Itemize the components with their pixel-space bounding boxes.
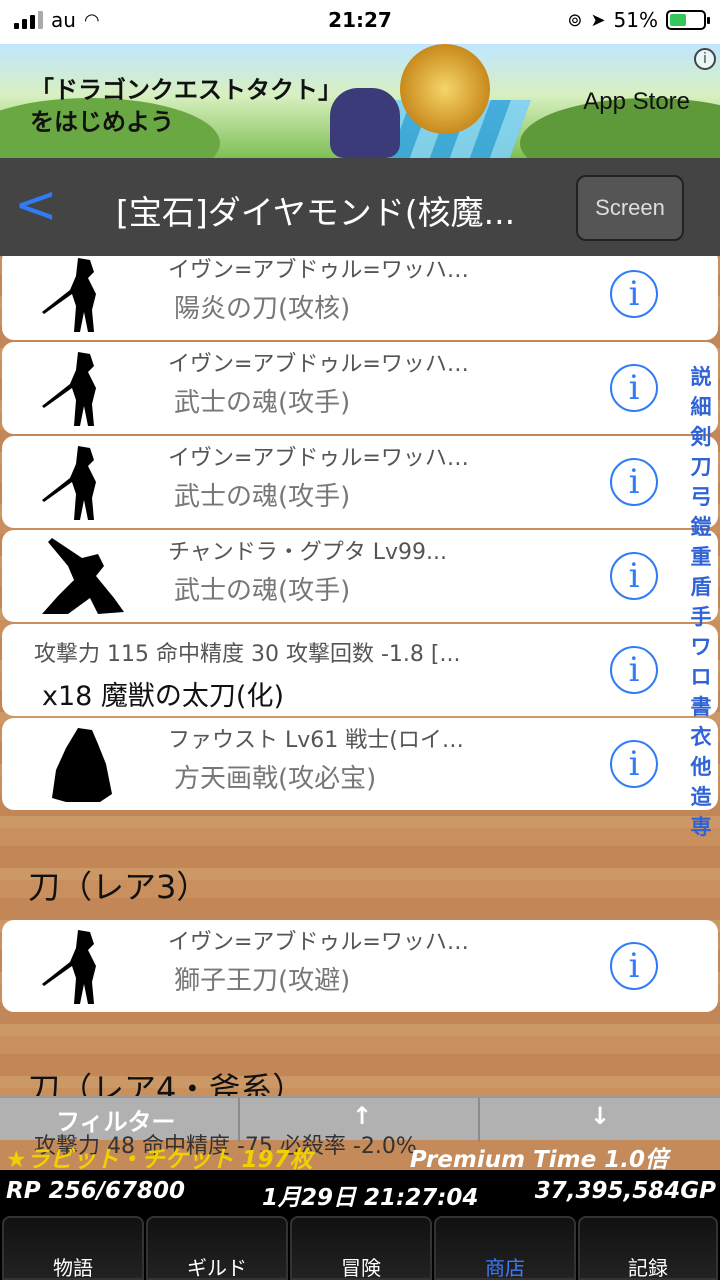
index-item[interactable]: 造 xyxy=(688,782,714,812)
index-item[interactable]: 説 xyxy=(688,362,714,392)
character-name: イヴン=アブドゥル=ワッハ… xyxy=(168,258,469,283)
tab-record[interactable]: 記録 xyxy=(578,1216,718,1280)
item-name: 陽炎の刀(攻核) xyxy=(174,294,351,324)
list-item[interactable]: イヴン=アブドゥル=ワッハ… 武士の魂(攻手) i xyxy=(2,342,718,434)
item-name: 武士の魂(攻手) xyxy=(174,576,351,606)
index-item[interactable]: 書 xyxy=(688,692,714,722)
tab-guild[interactable]: ギルド xyxy=(146,1216,288,1280)
character-silhouette-icon xyxy=(42,446,96,520)
character-name: イヴン=アブドゥル=ワッハ… xyxy=(168,446,469,471)
index-item[interactable]: 盾 xyxy=(688,572,714,602)
list-item[interactable]: イヴン=アブドゥル=ワッハ… 武士の魂(攻手) i xyxy=(2,436,718,528)
info-icon[interactable]: i xyxy=(610,740,658,788)
list-item[interactable]: イヴン=アブドゥル=ワッハ… 陽炎の刀(攻核) i xyxy=(2,256,718,340)
character-name: ファウスト Lv61 戦士(ロイ… xyxy=(168,728,464,753)
character-name: チャンドラ・グプタ Lv99... xyxy=(168,540,448,565)
index-item[interactable]: 専 xyxy=(688,812,714,842)
battery-icon xyxy=(666,10,710,30)
index-item[interactable]: ロ xyxy=(688,662,714,692)
index-item[interactable]: 衣 xyxy=(688,722,714,752)
character-silhouette-icon xyxy=(42,352,96,426)
character-name: イヴン=アブドゥル=ワッハ… xyxy=(168,352,469,377)
info-icon[interactable]: i xyxy=(610,942,658,990)
ticket-bar: ★ラビット・チケット 197枚 Premium Time 1.0倍 xyxy=(0,1140,720,1173)
screen-button[interactable]: Screen xyxy=(576,175,684,241)
ad-banner[interactable]: 「ドラゴンクエストタクト」 をはじめよう App Store i xyxy=(0,44,720,158)
info-icon[interactable]: i xyxy=(610,364,658,412)
list-item[interactable]: 攻撃力 115 命中精度 30 攻撃回数 -1.8 [... x18 魔獣の太刀… xyxy=(2,624,718,716)
tab-bar: 物語 ギルド 冒険 商店 記録 xyxy=(0,1214,720,1280)
item-name: 武士の魂(攻手) xyxy=(174,482,351,512)
rabbit-ticket-count: ★ラビット・チケット 197枚 xyxy=(6,1147,313,1173)
character-name: イヴン=アブドゥル=ワッハ… xyxy=(168,930,469,955)
index-item[interactable]: ワ xyxy=(688,632,714,662)
item-name: x18 魔獣の太刀(化) xyxy=(42,681,284,712)
list-item[interactable]: チャンドラ・グプタ Lv99... 武士の魂(攻手) i xyxy=(2,530,718,622)
section-header: 刀（レア3） xyxy=(28,868,209,906)
location-icon: ➤ xyxy=(590,9,606,31)
info-icon[interactable]: i xyxy=(610,552,658,600)
item-name: 方天画戟(攻必宝) xyxy=(174,764,377,794)
scroll-down-button[interactable]: ↓ xyxy=(480,1098,720,1142)
index-item[interactable]: 剣 xyxy=(688,422,714,452)
back-chevron-icon[interactable]: < xyxy=(14,179,58,231)
section-index[interactable]: 説 細 剣 刀 弓 鎧 重 盾 手 ワ ロ 書 衣 他 造 専 xyxy=(688,362,714,842)
status-right: ⊚ ➤ 51% xyxy=(567,8,710,32)
list-item[interactable]: ファウスト Lv61 戦士(ロイ… 方天画戟(攻必宝) i xyxy=(2,718,718,810)
tab-shop[interactable]: 商店 xyxy=(434,1216,576,1280)
ad-dragon-image xyxy=(400,44,490,134)
character-silhouette-icon xyxy=(42,538,124,614)
item-name: 獅子王刀(攻避) xyxy=(174,966,351,996)
premium-time: Premium Time 1.0倍 xyxy=(409,1147,668,1173)
resource-bar: RP 256/67800 1月29日 21:27:04 37,395,584GP xyxy=(0,1170,720,1214)
app-store-label: App Store xyxy=(583,88,690,115)
info-icon[interactable]: i xyxy=(610,646,658,694)
ad-copy: 「ドラゴンクエストタクト」 をはじめよう xyxy=(30,76,342,136)
list-item[interactable]: イヴン=アブドゥル=ワッハ… 獅子王刀(攻避) i xyxy=(2,920,718,1012)
index-item[interactable]: 重 xyxy=(688,542,714,572)
nav-bar: < [宝石]ダイヤモンド(核魔... Screen xyxy=(0,158,720,256)
section-header: 刀（レア4・斧系） xyxy=(28,1070,305,1096)
index-item[interactable]: 弓 xyxy=(688,482,714,512)
page-title: [宝石]ダイヤモンド(核魔... xyxy=(116,193,516,232)
battery-percent: 51% xyxy=(613,8,658,32)
rp-value: RP 256/67800 xyxy=(6,1178,186,1204)
item-list[interactable]: イヴン=アブドゥル=ワッハ… 陽炎の刀(攻核) i イヴン=アブドゥル=ワッハ…… xyxy=(0,256,720,1096)
item-stats: 攻撃力 115 命中精度 30 攻撃回数 -1.8 [... xyxy=(34,642,461,667)
index-item[interactable]: 鎧 xyxy=(688,512,714,542)
status-bar: au ◠ 21:27 ⊚ ➤ 51% xyxy=(0,0,720,44)
character-silhouette-icon xyxy=(42,258,96,332)
index-item[interactable]: 細 xyxy=(688,392,714,422)
tab-adventure[interactable]: 冒険 xyxy=(290,1216,432,1280)
index-item[interactable]: 刀 xyxy=(688,452,714,482)
gp-value: 37,395,584GP xyxy=(534,1178,716,1204)
index-item[interactable]: 他 xyxy=(688,752,714,782)
app-store-badge: App Store xyxy=(583,88,690,116)
up-arrow-icon: ↑ xyxy=(352,1102,373,1130)
game-datetime: 1月29日 21:27:04 xyxy=(262,1185,479,1211)
index-item[interactable]: 手 xyxy=(688,602,714,632)
rotation-lock-icon: ⊚ xyxy=(567,9,583,31)
info-icon[interactable]: i xyxy=(610,270,658,318)
info-icon[interactable]: i xyxy=(610,458,658,506)
ad-info-icon[interactable]: i xyxy=(694,48,716,70)
item-name: 武士の魂(攻手) xyxy=(174,388,351,418)
character-silhouette-icon xyxy=(42,930,96,1004)
character-silhouette-icon xyxy=(52,728,112,802)
tab-story[interactable]: 物語 xyxy=(2,1216,144,1280)
down-arrow-icon: ↓ xyxy=(590,1102,611,1130)
